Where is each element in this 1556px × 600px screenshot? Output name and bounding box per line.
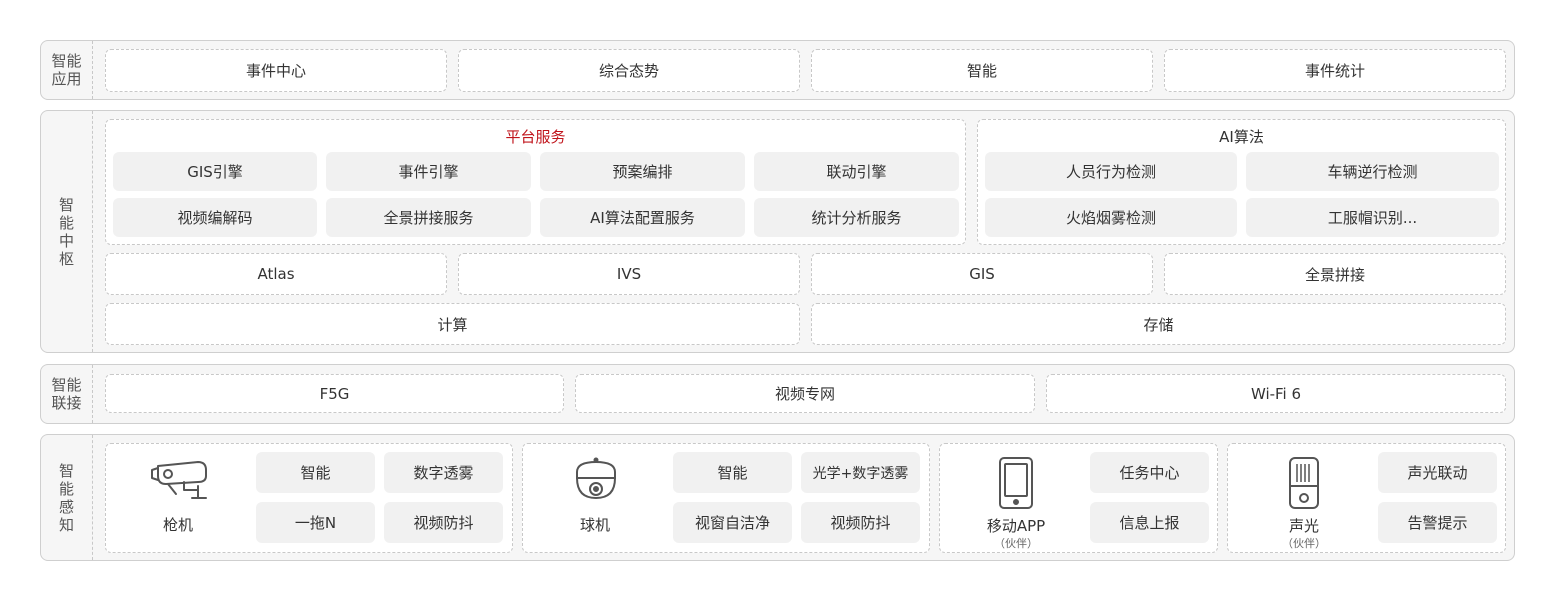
layer-smart-hub: 智能中枢 平台服务 GIS引擎 事件引擎 预案编排 联动引擎 视频编解码 全景拼… — [40, 110, 1515, 353]
feature-chip[interactable]: 视频防抖 — [384, 502, 503, 543]
service-linkage-engine[interactable]: 联动引擎 — [754, 152, 959, 191]
hub-compute[interactable]: 计算 — [105, 303, 800, 345]
ai-algorithm-group: AI算法 人员行为检测 车辆逆行检测 火焰烟雾检测 工服帽识别... — [977, 119, 1506, 245]
bullet-camera-icon — [151, 461, 207, 499]
service-panorama-stitching[interactable]: 全景拼接服务 — [326, 198, 531, 237]
device-name: 球机 — [579, 516, 610, 534]
connect-wifi6[interactable]: Wi-Fi 6 — [1046, 374, 1506, 413]
service-ai-config[interactable]: AI算法配置服务 — [540, 198, 745, 237]
ai-algorithm-title: AI算法 — [1219, 128, 1264, 146]
device-sound-light: 声光 （伙伴） 声光联动 告警提示 — [1227, 443, 1506, 553]
layer-label: 智能中枢 — [41, 111, 93, 352]
layer-label: 智能感知 — [41, 435, 93, 560]
feature-chip[interactable]: 数字透雾 — [384, 452, 503, 493]
layer-label: 智能 联接 — [41, 365, 93, 423]
layer-smart-connection: 智能 联接 F5G 视频专网 Wi-Fi 6 — [40, 364, 1515, 424]
hub-panorama[interactable]: 全景拼接 — [1164, 253, 1506, 295]
app-event-stats[interactable]: 事件统计 — [1164, 49, 1506, 92]
hub-storage[interactable]: 存储 — [811, 303, 1506, 345]
feature-chip[interactable]: 声光联动 — [1378, 452, 1497, 493]
feature-chip[interactable]: 信息上报 — [1090, 502, 1209, 543]
device-partner-note: （伙伴） — [994, 537, 1038, 550]
layer-label-text: 智能 联接 — [51, 376, 82, 412]
device-name: 声光 — [1288, 517, 1319, 535]
service-plan-orchestration[interactable]: 预案编排 — [540, 152, 745, 191]
layer-label-text: 智能 应用 — [51, 52, 82, 88]
service-gis-engine[interactable]: GIS引擎 — [113, 152, 317, 191]
ai-person-behavior[interactable]: 人员行为检测 — [985, 152, 1237, 191]
layer-smart-sensing: 智能感知 枪机 智能 数字透雾 一拖N 视频防抖 球机 智能 光学+数字透雾 视… — [40, 434, 1515, 561]
hub-ivs[interactable]: IVS — [458, 253, 800, 295]
feature-chip[interactable]: 智能 — [673, 452, 792, 493]
layer-label-text: 智能中枢 — [58, 195, 74, 268]
ai-fire-smoke[interactable]: 火焰烟雾检测 — [985, 198, 1237, 237]
service-statistics[interactable]: 统计分析服务 — [754, 198, 959, 237]
feature-chip[interactable]: 光学+数字透雾 — [801, 452, 920, 493]
service-event-engine[interactable]: 事件引擎 — [326, 152, 531, 191]
hub-atlas[interactable]: Atlas — [105, 253, 447, 295]
feature-chip[interactable]: 视窗自洁净 — [673, 502, 792, 543]
dome-camera-icon — [576, 457, 616, 500]
device-dome-camera: 球机 智能 光学+数字透雾 视窗自洁净 视频防抖 — [522, 443, 930, 553]
device-name: 移动APP — [986, 517, 1046, 535]
ai-vehicle-wrong-way[interactable]: 车辆逆行检测 — [1246, 152, 1499, 191]
mobile-phone-icon — [999, 457, 1033, 509]
feature-chip[interactable]: 任务中心 — [1090, 452, 1209, 493]
feature-chip[interactable]: 一拖N — [256, 502, 375, 543]
feature-chip[interactable]: 告警提示 — [1378, 502, 1497, 543]
connect-f5g[interactable]: F5G — [105, 374, 564, 413]
device-bullet-camera: 枪机 智能 数字透雾 一拖N 视频防抖 — [105, 443, 513, 553]
layer-label-text: 智能感知 — [58, 461, 74, 534]
app-situation[interactable]: 综合态势 — [458, 49, 800, 92]
device-partner-note: （伙伴） — [1282, 537, 1326, 550]
device-name: 枪机 — [162, 516, 193, 534]
app-event-center[interactable]: 事件中心 — [105, 49, 447, 92]
hub-gis[interactable]: GIS — [811, 253, 1153, 295]
layer-label: 智能 应用 — [41, 41, 93, 99]
feature-chip[interactable]: 智能 — [256, 452, 375, 493]
connect-video-network[interactable]: 视频专网 — [575, 374, 1035, 413]
ai-uniform-helmet[interactable]: 工服帽识别... — [1246, 198, 1499, 237]
feature-chip[interactable]: 视频防抖 — [801, 502, 920, 543]
sound-light-alarm-icon — [1289, 457, 1319, 509]
app-intelligent[interactable]: 智能 — [811, 49, 1153, 92]
service-video-codec[interactable]: 视频编解码 — [113, 198, 317, 237]
layer-smart-application: 智能 应用 事件中心 综合态势 智能 事件统计 — [40, 40, 1515, 100]
platform-services-group: 平台服务 GIS引擎 事件引擎 预案编排 联动引擎 视频编解码 全景拼接服务 A… — [105, 119, 966, 245]
device-mobile-app: 移动APP （伙伴） 任务中心 信息上报 — [939, 443, 1218, 553]
platform-services-title: 平台服务 — [505, 128, 566, 146]
